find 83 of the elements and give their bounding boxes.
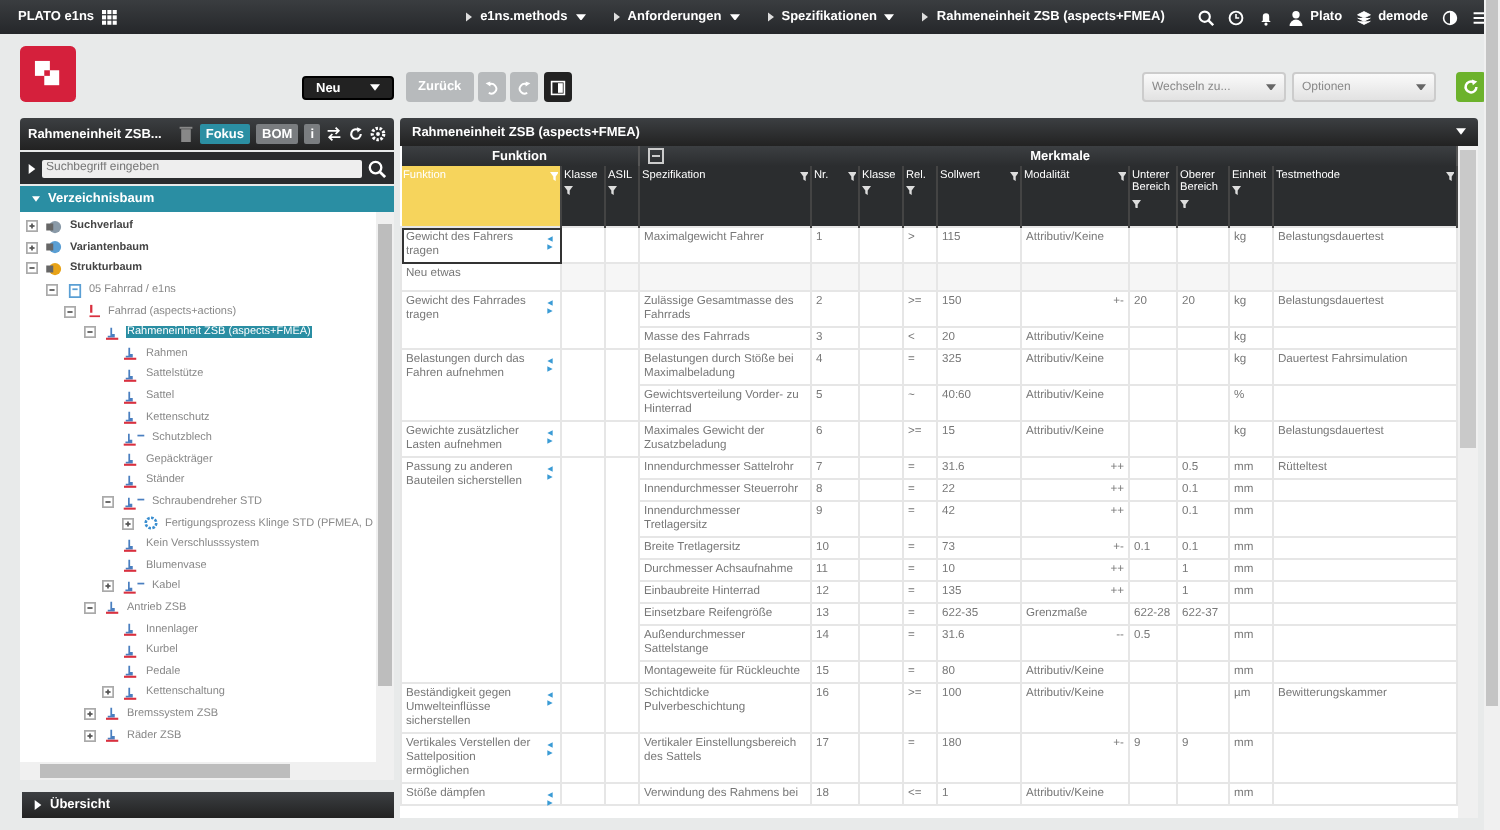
part-icon — [122, 643, 140, 658]
search-icon[interactable] — [368, 159, 386, 177]
caret-down-icon[interactable] — [729, 13, 740, 21]
arrows-icon[interactable] — [546, 358, 554, 372]
part-icon — [122, 622, 140, 637]
folder-node-icon — [46, 261, 64, 276]
expand-icon[interactable] — [26, 220, 38, 233]
collapse-icon[interactable] — [648, 148, 664, 164]
expand-icon[interactable] — [102, 580, 114, 593]
arrows-icon[interactable] — [546, 466, 554, 480]
expand-arrow-icon[interactable] — [28, 163, 36, 173]
scrollbar[interactable] — [376, 212, 394, 762]
grid-icon[interactable] — [102, 9, 119, 25]
folder-node-icon — [46, 219, 64, 234]
chevron-right-icon — [466, 12, 473, 22]
caret-down-icon[interactable] — [370, 84, 380, 92]
expand-icon[interactable] — [102, 686, 114, 699]
trash-icon[interactable] — [177, 126, 194, 142]
app-logo-icon[interactable] — [20, 46, 76, 102]
expand-arrow-icon[interactable] — [34, 800, 42, 810]
collapse-icon[interactable] — [83, 601, 95, 614]
part-icon — [122, 452, 140, 467]
part-icon — [122, 495, 146, 510]
layers-icon[interactable] — [1356, 9, 1373, 25]
filter-icon[interactable] — [1117, 172, 1126, 181]
bell-icon[interactable] — [1258, 9, 1275, 25]
refresh-icon[interactable] — [348, 126, 364, 142]
arrows-icon[interactable] — [546, 300, 554, 314]
chevron-right-icon — [767, 12, 774, 22]
part-icon — [122, 579, 146, 594]
part-icon — [122, 389, 140, 404]
clipboard-icon — [65, 283, 83, 298]
expand-icon[interactable] — [121, 517, 133, 530]
collapse-icon[interactable] — [64, 305, 76, 318]
layout-icon[interactable] — [549, 79, 566, 95]
swap-icon[interactable] — [326, 126, 342, 142]
part-icon — [122, 473, 140, 488]
settings-icon[interactable] — [370, 126, 386, 142]
part-icon — [103, 728, 121, 743]
clock-icon[interactable] — [1228, 9, 1245, 25]
filter-icon[interactable] — [1445, 172, 1455, 181]
layout-button[interactable] — [543, 72, 572, 102]
arrows-icon[interactable] — [546, 792, 554, 806]
scrollbar[interactable] — [1458, 146, 1478, 818]
arrows-icon[interactable] — [546, 692, 554, 706]
arrows-icon[interactable] — [546, 236, 554, 250]
part-icon — [122, 410, 140, 425]
part-icon — [122, 558, 140, 573]
collapse-icon[interactable] — [102, 496, 114, 509]
collapse-icon[interactable] — [26, 262, 38, 275]
part-icon — [122, 431, 146, 446]
caret-down-icon[interactable] — [884, 13, 895, 21]
page-scrollbar[interactable] — [1484, 0, 1500, 830]
expand-icon[interactable] — [83, 707, 95, 720]
part-icon — [122, 346, 140, 361]
part-icon — [122, 685, 140, 700]
part-icon — [122, 367, 140, 382]
arrows-icon[interactable] — [546, 430, 554, 444]
expand-icon[interactable] — [83, 729, 95, 742]
gear-icon — [141, 516, 159, 531]
chevron-right-icon — [613, 12, 620, 22]
user-icon[interactable] — [1288, 9, 1305, 25]
contrast-icon[interactable] — [1442, 9, 1458, 25]
collapse-arrow-icon[interactable] — [32, 194, 40, 204]
refresh-button[interactable] — [1456, 72, 1486, 102]
filter-icon[interactable] — [799, 172, 808, 181]
search-icon[interactable] — [1198, 9, 1215, 25]
caret-down-icon[interactable] — [1456, 128, 1466, 136]
horizontal-scrollbar[interactable] — [20, 762, 394, 780]
part-icon — [103, 706, 121, 721]
filter-icon[interactable] — [1009, 172, 1018, 181]
expand-icon[interactable] — [26, 241, 38, 254]
menu-icon[interactable] — [1472, 9, 1488, 25]
arrows-icon[interactable] — [546, 742, 554, 756]
folder-node-icon — [46, 240, 64, 255]
part-icon — [103, 600, 121, 615]
caret-down-icon[interactable] — [575, 13, 586, 21]
chevron-right-icon — [922, 12, 929, 22]
part-icon — [103, 325, 121, 340]
part-icon — [122, 537, 140, 552]
part-icon — [122, 664, 140, 679]
collapse-icon[interactable] — [83, 326, 95, 339]
collapse-icon[interactable] — [45, 284, 57, 297]
